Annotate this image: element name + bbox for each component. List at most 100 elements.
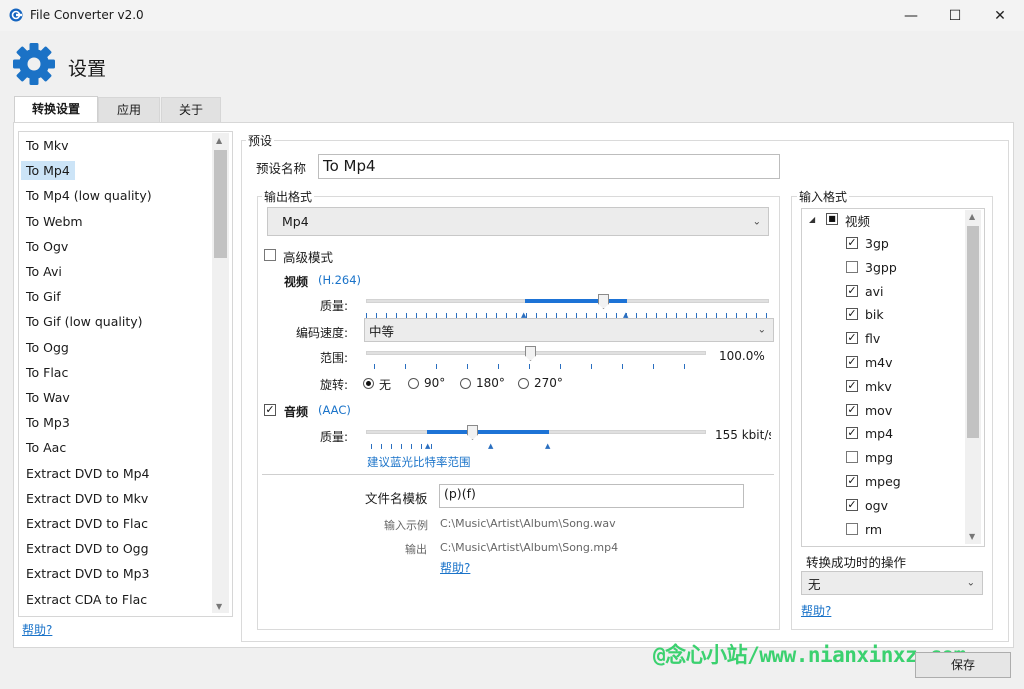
preset-list-item[interactable]: Extract DVD to Mp4 bbox=[26, 466, 150, 481]
minimize-button[interactable]: — bbox=[888, 0, 934, 31]
preset-list-item[interactable]: To Ogv bbox=[26, 239, 68, 254]
preset-list-item[interactable]: To Mp3 bbox=[26, 415, 70, 430]
gear-icon bbox=[13, 43, 55, 85]
rotation-90-radio[interactable] bbox=[408, 378, 419, 389]
bluray-hint-link[interactable]: 建议蓝光比特率范围 bbox=[367, 454, 471, 470]
format-checkbox-mov[interactable]: ✓ bbox=[846, 403, 858, 416]
preset-list-item[interactable]: Extract DVD to Flac bbox=[26, 516, 148, 531]
format-label-3gpp: 3gpp bbox=[865, 259, 897, 275]
preset-list-item[interactable]: Extract CDA to Flac bbox=[26, 592, 147, 607]
rotation-180-radio[interactable] bbox=[460, 378, 471, 389]
input-example-path: C:\Music\Artist\Album\Song.wav bbox=[440, 517, 616, 530]
format-checkbox-ogv[interactable]: ✓ bbox=[846, 498, 858, 511]
format-checkbox-flv[interactable]: ✓ bbox=[846, 332, 858, 345]
video-root-checkbox[interactable]: ■ bbox=[826, 213, 838, 225]
scroll-up-icon[interactable]: ▲ bbox=[216, 136, 222, 145]
format-checkbox-3gp[interactable]: ✓ bbox=[846, 237, 858, 249]
rotation-270-label: 270° bbox=[534, 376, 563, 390]
video-root-label: 视频 bbox=[845, 214, 871, 229]
tab-about[interactable]: 关于 bbox=[161, 97, 221, 123]
format-label-mkv: mkv bbox=[865, 378, 892, 394]
audio-quality-value: 155 kbit/s bbox=[715, 428, 771, 442]
scale-label: 范围: bbox=[320, 351, 349, 365]
bluray-range-mid-icon: ▲ bbox=[488, 442, 494, 450]
format-checkbox-mkv[interactable]: ✓ bbox=[846, 379, 858, 392]
preset-list-item[interactable]: To Flac bbox=[26, 365, 68, 380]
rotation-none-radio[interactable] bbox=[363, 378, 374, 389]
format-checkbox-mpeg[interactable]: ✓ bbox=[846, 475, 858, 487]
preset-list-item[interactable]: To Ogg bbox=[26, 340, 69, 355]
output-help-link[interactable]: 帮助? bbox=[440, 559, 470, 576]
preset-list-item[interactable]: To Mp4 (low quality) bbox=[26, 188, 152, 203]
encoding-speed-label: 编码速度: bbox=[296, 326, 349, 340]
preset-list-item[interactable]: Extract DVD to Mp3 bbox=[26, 566, 150, 581]
preset-list-item[interactable]: To Webm bbox=[26, 214, 83, 229]
format-label-avi: avi bbox=[865, 283, 884, 299]
format-checkbox-avi[interactable]: ✓ bbox=[846, 284, 858, 297]
format-checkbox-bik[interactable]: ✓ bbox=[846, 308, 858, 321]
preset-name-label: 预设名称 bbox=[256, 161, 307, 176]
encoding-speed-select[interactable]: 中等 ⌄ bbox=[364, 318, 774, 342]
bluray-range-start-icon: ▲ bbox=[425, 442, 431, 450]
preset-group-label: 预设 bbox=[246, 132, 275, 149]
filename-template-input[interactable]: (p)(f) bbox=[439, 484, 744, 508]
app-logo-icon bbox=[9, 8, 23, 22]
format-checkbox-rm[interactable] bbox=[846, 522, 858, 535]
format-label-mov: mov bbox=[865, 402, 893, 418]
tree-collapse-icon[interactable]: ◢ bbox=[809, 215, 815, 224]
format-label-mp4: mp4 bbox=[865, 426, 894, 442]
preset-list-scroll-thumb[interactable] bbox=[214, 150, 227, 258]
input-example-label: 输入示例 bbox=[384, 519, 428, 532]
audio-quality-label: 质量: bbox=[320, 430, 349, 444]
on-success-label: 转换成功时的操作 bbox=[806, 555, 907, 570]
output-example-path: C:\Music\Artist\Album\Song.mp4 bbox=[440, 541, 619, 554]
format-checkbox-m4v[interactable]: ✓ bbox=[846, 356, 858, 368]
format-label-3gp: 3gp bbox=[865, 236, 889, 251]
scroll-down-icon[interactable]: ▼ bbox=[216, 602, 222, 611]
format-checkbox-3gpp[interactable] bbox=[846, 260, 858, 273]
format-label-m4v: m4v bbox=[865, 355, 893, 370]
format-checkbox-mp4[interactable]: ✓ bbox=[846, 427, 858, 440]
preset-list-item[interactable]: To Gif (low quality) bbox=[26, 314, 143, 329]
format-checkbox-mpg[interactable] bbox=[846, 451, 858, 464]
scroll-up-icon[interactable]: ▲ bbox=[969, 212, 975, 221]
preset-help-link[interactable]: 帮助? bbox=[22, 621, 52, 638]
output-format-select[interactable]: Mp4 ⌄ bbox=[267, 207, 769, 236]
preset-list-item[interactable]: To Mp4 bbox=[21, 161, 75, 181]
video-quality-range bbox=[525, 299, 627, 303]
advanced-mode-label: 高级模式 bbox=[283, 250, 334, 265]
close-button[interactable]: ✕ bbox=[977, 0, 1023, 31]
preset-list-item[interactable]: To Avi bbox=[26, 264, 62, 279]
tab-application[interactable]: 应用 bbox=[98, 97, 160, 123]
rotation-90-label: 90° bbox=[424, 376, 446, 390]
rotation-270-radio[interactable] bbox=[518, 378, 529, 389]
page-title: 设置 bbox=[68, 58, 107, 80]
output-example-label: 输出 bbox=[405, 543, 427, 556]
on-success-select[interactable]: 无 ⌄ bbox=[801, 571, 983, 595]
preset-list-item[interactable]: To Mkv bbox=[26, 138, 69, 153]
advanced-mode-checkbox[interactable] bbox=[264, 249, 276, 261]
maximize-button[interactable]: ☐ bbox=[932, 0, 978, 31]
save-button[interactable]: 保存 bbox=[915, 652, 1011, 678]
format-tree-scroll-thumb[interactable] bbox=[967, 226, 979, 438]
window-title: File Converter v2.0 bbox=[30, 8, 144, 22]
preset-list-item[interactable]: To Wav bbox=[26, 390, 70, 405]
scale-ticks bbox=[374, 364, 704, 369]
audio-section-label: 音频 bbox=[284, 405, 309, 419]
output-format-label: 输出格式 bbox=[262, 188, 315, 205]
input-format-help-link[interactable]: 帮助? bbox=[801, 602, 831, 619]
chevron-down-icon: ⌄ bbox=[752, 216, 761, 227]
preset-list-item[interactable]: Extract DVD to Mkv bbox=[26, 491, 148, 506]
filename-template-label: 文件名模板 bbox=[365, 491, 428, 506]
audio-quality-range bbox=[427, 430, 549, 434]
video-section-label: 视频 bbox=[284, 275, 309, 289]
encoding-speed-value: 中等 bbox=[369, 323, 395, 339]
tab-conversion-settings[interactable]: 转换设置 bbox=[14, 96, 98, 124]
preset-list-item[interactable]: To Gif bbox=[26, 289, 61, 304]
video-quality-label: 质量: bbox=[320, 299, 349, 313]
scroll-down-icon[interactable]: ▼ bbox=[969, 532, 975, 541]
preset-list-item[interactable]: To Aac bbox=[26, 440, 66, 455]
preset-list-item[interactable]: Extract DVD to Ogg bbox=[26, 541, 149, 556]
audio-checkbox[interactable]: ✓ bbox=[264, 404, 276, 416]
preset-name-input[interactable]: To Mp4 bbox=[318, 154, 780, 179]
